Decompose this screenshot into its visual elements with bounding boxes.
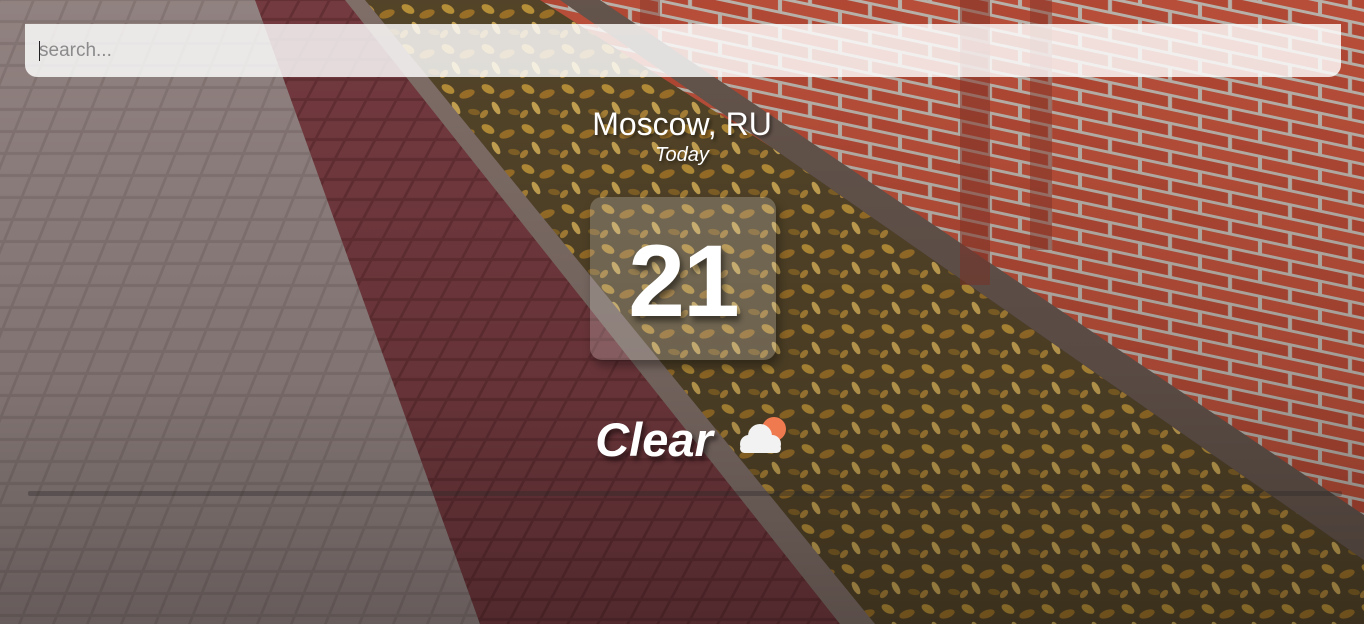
- temperature-value: 21: [628, 223, 739, 338]
- cloud-sun-icon: [735, 414, 789, 458]
- weather-condition: Clear: [0, 412, 1364, 467]
- weather-app: Moscow, RU Today 21 Clear: [0, 0, 1364, 624]
- divider: [28, 491, 1342, 496]
- search-input[interactable]: [25, 24, 1341, 77]
- date-label: Today: [655, 144, 709, 166]
- temperature-card: 21: [590, 197, 776, 360]
- location-title: Moscow, RU: [592, 106, 772, 142]
- text-caret: [39, 41, 40, 61]
- weather-condition-label: Clear: [595, 413, 713, 466]
